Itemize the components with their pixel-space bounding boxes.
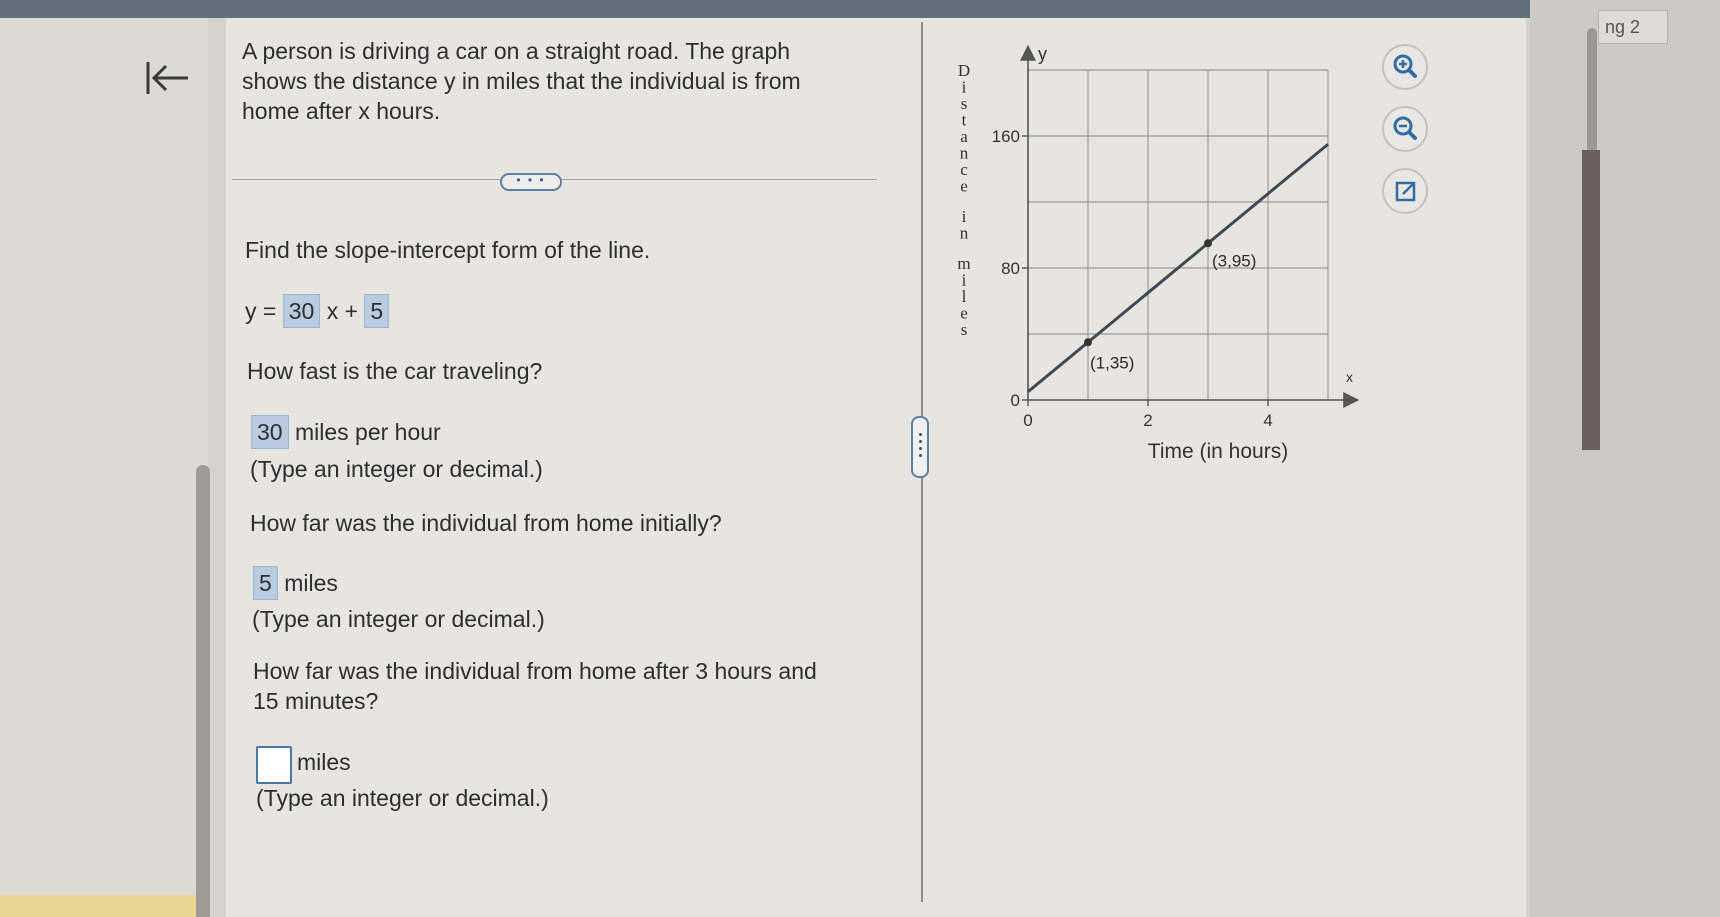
- equation-prefix: y =: [245, 298, 277, 324]
- intercept-answer-field[interactable]: 5: [364, 294, 390, 328]
- right-dark-strip: [1582, 150, 1600, 450]
- left-scrollbar[interactable]: [196, 465, 210, 917]
- open-external-icon: [1395, 181, 1416, 202]
- initial-distance-row: 5 miles: [253, 566, 338, 600]
- part3-hint: (Type an integer or decimal.): [252, 606, 545, 632]
- chart-axes: [1020, 44, 1360, 408]
- y-axis-letter: y: [1038, 44, 1047, 64]
- zoom-in-button[interactable]: [1382, 44, 1428, 90]
- speed-row: 30 miles per hour: [251, 415, 441, 449]
- right-tab[interactable]: ng 2: [1598, 10, 1668, 44]
- y-tick-label: 80: [1001, 259, 1020, 278]
- zoom-in-icon: [1393, 54, 1417, 78]
- slope-answer-field[interactable]: 30: [282, 294, 321, 328]
- initial-distance-unit: miles: [284, 570, 338, 596]
- x-axis-title: Time (in hours): [1148, 440, 1288, 463]
- right-pane: [1530, 0, 1720, 917]
- distance-time-graph: yx0 2 4080160(1,35)(3,95)Time (in hours)Di…: [957, 44, 1360, 463]
- back-to-start-icon[interactable]: [144, 58, 192, 98]
- part4-prompt-line-2: 15 minutes?: [253, 688, 379, 714]
- part2-hint: (Type an integer or decimal.): [250, 456, 543, 482]
- speed-unit: miles per hour: [294, 419, 441, 445]
- distance-after-3h15m-input[interactable]: [256, 746, 292, 784]
- equation-middle: x +: [326, 298, 359, 324]
- y-tick-label: 0: [1011, 391, 1020, 410]
- top-bar: [0, 0, 1530, 18]
- part4-hint: (Type an integer or decimal.): [256, 785, 549, 811]
- part4-unit: miles: [297, 749, 351, 775]
- x-tick-label: 2: [1143, 411, 1152, 430]
- part2-prompt: How fast is the car traveling?: [247, 358, 543, 384]
- initial-distance-answer-field[interactable]: 5: [253, 566, 278, 600]
- intro-line-2: shows the distance y in miles that the i…: [242, 68, 801, 94]
- y-axis-title-char: e: [960, 177, 968, 196]
- pane-resize-handle[interactable]: [911, 416, 929, 478]
- open-external-button[interactable]: [1382, 168, 1428, 214]
- equation-row: y = 30 x + 5: [245, 294, 390, 328]
- yellow-strip: [0, 895, 200, 917]
- y-axis-title-char: s: [961, 320, 968, 339]
- part3-prompt: How far was the individual from home ini…: [250, 510, 722, 536]
- data-point: [1204, 239, 1212, 248]
- data-point-label: (1,35): [1090, 353, 1134, 372]
- zoom-out-icon: [1393, 116, 1417, 140]
- part4-prompt-line-1: How far was the individual from home aft…: [253, 658, 817, 684]
- chart-grid: [1028, 69, 1329, 400]
- right-scrollbar[interactable]: [1587, 28, 1597, 153]
- left-gutter: [0, 18, 208, 917]
- intro-line-1: A person is driving a car on a straight …: [242, 38, 791, 64]
- part1-prompt: Find the slope-intercept form of the lin…: [245, 237, 651, 263]
- data-point-label: (3,95): [1212, 251, 1256, 270]
- x-tick-label: 0: [1023, 411, 1032, 430]
- y-axis-title-char: n: [960, 224, 969, 243]
- data-point: [1084, 338, 1092, 347]
- x-tick-label: 4: [1263, 411, 1272, 430]
- intro-line-3: home after x hours.: [242, 98, 441, 124]
- y-tick-label: 160: [992, 127, 1020, 146]
- zoom-out-button[interactable]: [1382, 106, 1428, 152]
- speed-answer-field[interactable]: 30: [251, 415, 289, 449]
- show-more-button[interactable]: • • •: [500, 173, 562, 191]
- x-axis-letter: x: [1346, 369, 1353, 385]
